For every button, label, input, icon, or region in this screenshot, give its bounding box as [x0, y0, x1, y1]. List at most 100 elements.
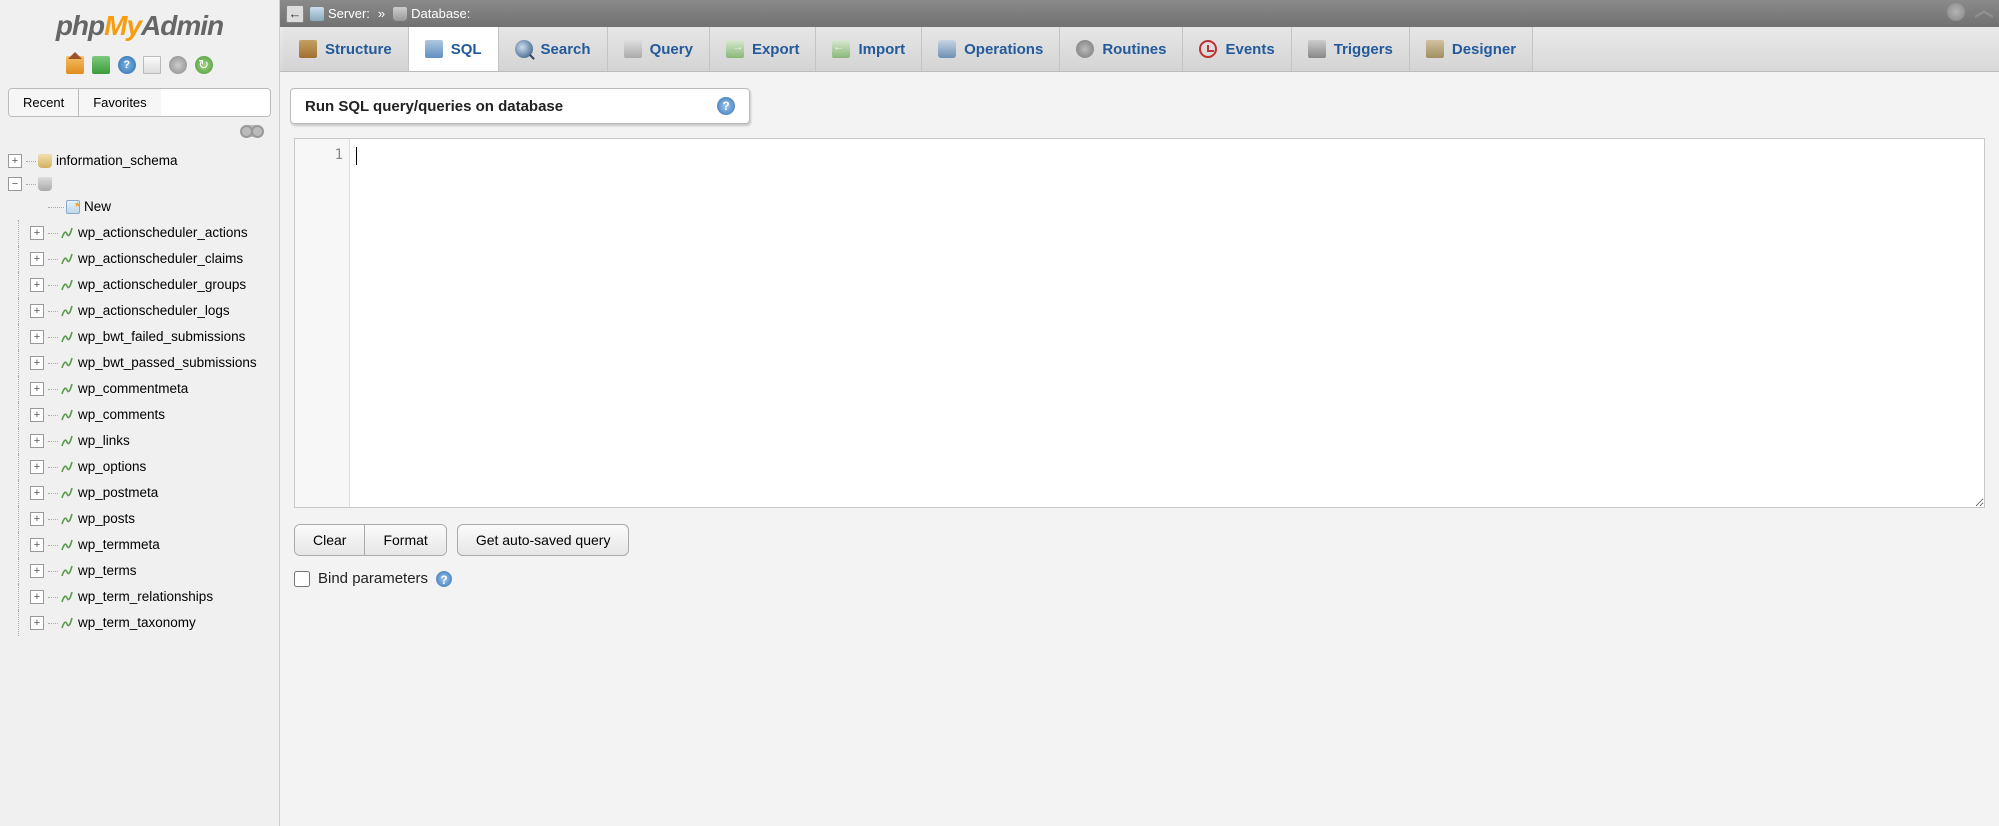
tree-db-information-schema[interactable]: + information_schema: [0, 148, 279, 174]
expand-icon[interactable]: +: [30, 356, 44, 370]
tree-table-item[interactable]: +wp_postmeta: [0, 480, 279, 506]
sql-content: Run SQL query/queries on database 1 Clea…: [280, 72, 1999, 826]
table-name: wp_comments: [78, 405, 165, 425]
link-icon[interactable]: [241, 125, 263, 137]
tree-table-item[interactable]: +wp_actionscheduler_claims: [0, 246, 279, 272]
tab-routines[interactable]: Routines: [1060, 27, 1183, 71]
table-icon: [60, 356, 74, 370]
expand-icon[interactable]: +: [30, 252, 44, 266]
tree-table-item[interactable]: + wp_options: [0, 454, 279, 480]
tree-table-item[interactable]: + wp_comments: [0, 402, 279, 428]
nav-settings-icon[interactable]: [143, 56, 161, 74]
query-icon: [624, 40, 642, 58]
editor-buttons: Clear Format Get auto-saved query: [290, 512, 1989, 560]
tree-table-item[interactable]: + wp_terms: [0, 558, 279, 584]
help-icon[interactable]: [436, 571, 452, 587]
tab-sql[interactable]: SQL: [409, 27, 499, 71]
table-icon: [60, 304, 74, 318]
tab-operations[interactable]: Operations: [922, 27, 1060, 71]
table-name: wp_bwt_failed_submissions: [78, 327, 245, 347]
tree-table-item[interactable]: +wp_links: [0, 428, 279, 454]
tab-designer[interactable]: Designer: [1410, 27, 1533, 71]
tab-export[interactable]: Export: [710, 27, 817, 71]
expand-icon[interactable]: +: [30, 512, 44, 526]
database-icon: [38, 177, 52, 191]
new-icon: [66, 200, 80, 214]
operations-icon: [938, 40, 956, 58]
reload-icon[interactable]: [195, 56, 213, 74]
collapse-icon[interactable]: −: [8, 177, 22, 191]
text-cursor: [356, 147, 357, 165]
tree-table-item[interactable]: + wp_bwt_failed_submissions: [0, 324, 279, 350]
tree-table-item[interactable]: +wp_actionscheduler_logs: [0, 298, 279, 324]
tree-table-item[interactable]: +wp_term_taxonomy: [0, 610, 279, 636]
query-title: Run SQL query/queries on database: [305, 98, 707, 115]
tab-label: Designer: [1452, 41, 1516, 58]
sql-editor[interactable]: 1: [294, 138, 1985, 508]
back-button[interactable]: ←: [286, 5, 304, 23]
bind-parameters-checkbox[interactable]: [294, 571, 310, 587]
tab-events[interactable]: Events: [1183, 27, 1291, 71]
tab-triggers[interactable]: Triggers: [1292, 27, 1410, 71]
tree-table-item[interactable]: +wp_bwt_passed_submissions: [0, 350, 279, 376]
tree-table-item[interactable]: +wp_commentmeta: [0, 376, 279, 402]
expand-icon[interactable]: +: [30, 538, 44, 552]
expand-icon[interactable]: +: [30, 564, 44, 578]
tab-structure[interactable]: Structure: [283, 27, 409, 71]
expand-icon[interactable]: +: [30, 486, 44, 500]
table-name: wp_terms: [78, 561, 137, 581]
tree-db-current[interactable]: −: [0, 174, 279, 194]
table-icon: [60, 486, 74, 500]
bind-parameters-row: Bind parameters: [290, 560, 1989, 597]
recent-tab[interactable]: Recent: [9, 89, 79, 116]
help-icon[interactable]: [717, 97, 735, 115]
favorites-tab[interactable]: Favorites: [79, 89, 160, 116]
bind-parameters-label[interactable]: Bind parameters: [318, 570, 428, 587]
clear-button[interactable]: Clear: [295, 525, 364, 555]
search-icon: [515, 40, 533, 58]
import-icon: [832, 40, 850, 58]
collapse-top-icon[interactable]: [1975, 3, 1993, 21]
tree-table-item[interactable]: +wp_actionscheduler_actions: [0, 220, 279, 246]
tab-label: SQL: [451, 41, 482, 58]
tab-label: Triggers: [1334, 41, 1393, 58]
breadcrumb-database[interactable]: Database:: [393, 6, 470, 21]
expand-icon[interactable]: +: [30, 434, 44, 448]
navigation-sidebar: phpMyAdmin Recent Favorites + informatio…: [0, 0, 280, 826]
triggers-icon: [1308, 40, 1326, 58]
expand-icon[interactable]: +: [8, 154, 22, 168]
tree-table-item[interactable]: +wp_posts: [0, 506, 279, 532]
recent-favorites-tabs: Recent Favorites: [8, 88, 271, 117]
tab-import[interactable]: Import: [816, 27, 922, 71]
expand-icon[interactable]: +: [30, 616, 44, 630]
home-icon[interactable]: [66, 56, 84, 74]
table-name: wp_options: [78, 457, 146, 477]
expand-icon[interactable]: +: [30, 226, 44, 240]
page-settings-icon[interactable]: [1947, 3, 1965, 21]
main-tabs: Structure SQL SearchQueryExportImport Opera…: [280, 27, 1999, 72]
expand-icon[interactable]: +: [30, 330, 44, 344]
table-icon: [60, 460, 74, 474]
settings-icon[interactable]: [169, 56, 187, 74]
tree-table-item[interactable]: +wp_termmeta: [0, 532, 279, 558]
tree-table-item[interactable]: +wp_actionscheduler_groups: [0, 272, 279, 298]
autosaved-button[interactable]: Get auto-saved query: [457, 524, 630, 556]
expand-icon[interactable]: +: [30, 278, 44, 292]
expand-icon[interactable]: +: [30, 304, 44, 318]
breadcrumb-server[interactable]: Server:: [310, 6, 370, 21]
format-button[interactable]: Format: [364, 525, 445, 555]
expand-icon[interactable]: +: [30, 460, 44, 474]
tree-table-item[interactable]: +wp_term_relationships: [0, 584, 279, 610]
logout-icon[interactable]: [92, 56, 110, 74]
tab-search[interactable]: Search: [499, 27, 608, 71]
tree-new-table[interactable]: New: [0, 194, 279, 220]
docs-icon[interactable]: [118, 56, 136, 74]
expand-icon[interactable]: +: [30, 408, 44, 422]
export-icon: [726, 40, 744, 58]
expand-icon[interactable]: +: [30, 590, 44, 604]
code-area[interactable]: [350, 139, 1984, 507]
table-icon: [60, 252, 74, 266]
tab-label: Operations: [964, 41, 1043, 58]
tab-query[interactable]: Query: [608, 27, 710, 71]
expand-icon[interactable]: +: [30, 382, 44, 396]
